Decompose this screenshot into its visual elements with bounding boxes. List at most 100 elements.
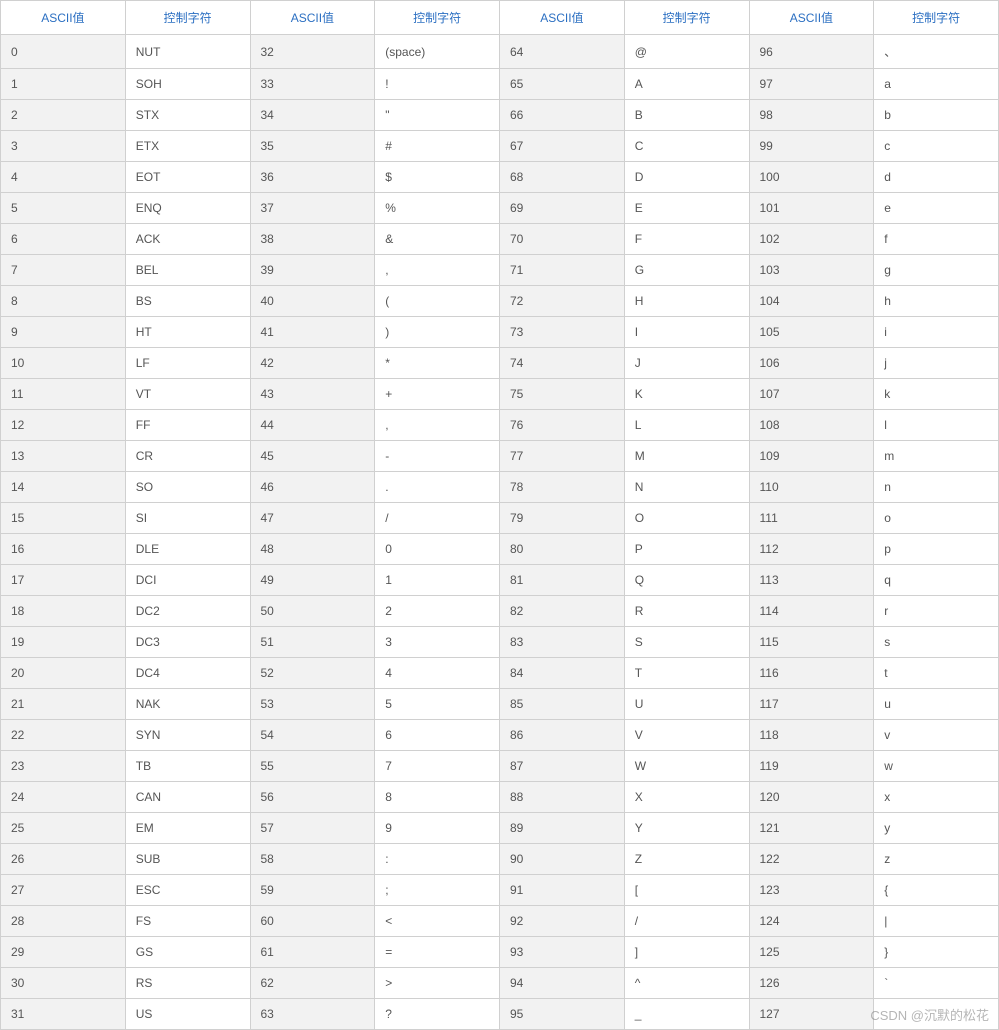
ascii-char-cell: r xyxy=(874,596,999,627)
ascii-char-cell: & xyxy=(375,224,500,255)
ascii-char-cell: i xyxy=(874,317,999,348)
ascii-char-cell: - xyxy=(375,441,500,472)
ascii-char-cell: DC4 xyxy=(125,658,250,689)
ascii-value-cell: 6 xyxy=(1,224,126,255)
ascii-value-cell: 89 xyxy=(500,813,625,844)
ascii-char-cell: SO xyxy=(125,472,250,503)
ascii-char-cell: k xyxy=(874,379,999,410)
table-header: ASCII值控制字符ASCII值控制字符ASCII值控制字符ASCII值控制字符 xyxy=(1,1,999,35)
ascii-char-cell: NUT xyxy=(125,35,250,69)
ascii-value-cell: 62 xyxy=(250,968,375,999)
ascii-char-cell: H xyxy=(624,286,749,317)
header-char: 控制字符 xyxy=(375,1,500,35)
table-row: 1SOH33!65A97a xyxy=(1,69,999,100)
ascii-char-cell: SOH xyxy=(125,69,250,100)
ascii-char-cell: : xyxy=(375,844,500,875)
ascii-char-cell: ! xyxy=(375,69,500,100)
table-row: 17DCI49181Q113q xyxy=(1,565,999,596)
ascii-value-cell: 41 xyxy=(250,317,375,348)
ascii-char-cell: M xyxy=(624,441,749,472)
ascii-char-cell: DC2 xyxy=(125,596,250,627)
ascii-char-cell: q xyxy=(874,565,999,596)
ascii-char-cell: > xyxy=(375,968,500,999)
ascii-value-cell: 86 xyxy=(500,720,625,751)
ascii-value-cell: 60 xyxy=(250,906,375,937)
ascii-char-cell: SUB xyxy=(125,844,250,875)
ascii-value-cell: 93 xyxy=(500,937,625,968)
header-ascii: ASCII值 xyxy=(250,1,375,35)
ascii-value-cell: 106 xyxy=(749,348,874,379)
ascii-value-cell: 40 xyxy=(250,286,375,317)
ascii-value-cell: 81 xyxy=(500,565,625,596)
ascii-char-cell: n xyxy=(874,472,999,503)
ascii-char-cell: 0 xyxy=(375,534,500,565)
ascii-char-cell: V xyxy=(624,720,749,751)
ascii-value-cell: 29 xyxy=(1,937,126,968)
header-ascii: ASCII值 xyxy=(749,1,874,35)
ascii-char-cell: 9 xyxy=(375,813,500,844)
header-ascii: ASCII值 xyxy=(500,1,625,35)
ascii-value-cell: 84 xyxy=(500,658,625,689)
ascii-value-cell: 85 xyxy=(500,689,625,720)
table-row: 9HT41)73I105i xyxy=(1,317,999,348)
ascii-value-cell: 18 xyxy=(1,596,126,627)
ascii-value-cell: 88 xyxy=(500,782,625,813)
table-row: 21NAK53585U117u xyxy=(1,689,999,720)
ascii-char-cell: d xyxy=(874,162,999,193)
ascii-char-cell: ` xyxy=(874,968,999,999)
ascii-value-cell: 48 xyxy=(250,534,375,565)
ascii-value-cell: 121 xyxy=(749,813,874,844)
ascii-value-cell: 71 xyxy=(500,255,625,286)
ascii-char-cell: 7 xyxy=(375,751,500,782)
table-row: 20DC452484T116t xyxy=(1,658,999,689)
ascii-char-cell: 8 xyxy=(375,782,500,813)
table-row: 4EOT36$68D100d xyxy=(1,162,999,193)
ascii-value-cell: 117 xyxy=(749,689,874,720)
ascii-char-cell: [ xyxy=(624,875,749,906)
ascii-char-cell: / xyxy=(375,503,500,534)
ascii-char-cell: ( xyxy=(375,286,500,317)
ascii-char-cell: EM xyxy=(125,813,250,844)
ascii-char-cell: DC3 xyxy=(125,627,250,658)
ascii-char-cell: @ xyxy=(624,35,749,69)
ascii-char-cell: . xyxy=(375,472,500,503)
ascii-char-cell: SI xyxy=(125,503,250,534)
ascii-char-cell: ) xyxy=(375,317,500,348)
ascii-value-cell: 126 xyxy=(749,968,874,999)
ascii-char-cell: Q xyxy=(624,565,749,596)
header-ascii: ASCII值 xyxy=(1,1,126,35)
ascii-char-cell: y xyxy=(874,813,999,844)
table-row: 11VT43+75K107k xyxy=(1,379,999,410)
table-row: 29GS61=93]125} xyxy=(1,937,999,968)
ascii-value-cell: 35 xyxy=(250,131,375,162)
table-row: 31US63?95_127 xyxy=(1,999,999,1030)
ascii-char-cell: L xyxy=(624,410,749,441)
ascii-value-cell: 95 xyxy=(500,999,625,1030)
ascii-char-cell: S xyxy=(624,627,749,658)
ascii-char-cell: 3 xyxy=(375,627,500,658)
ascii-value-cell: 13 xyxy=(1,441,126,472)
ascii-char-cell: 6 xyxy=(375,720,500,751)
ascii-value-cell: 108 xyxy=(749,410,874,441)
table-row: 13CR45-77M109m xyxy=(1,441,999,472)
table-row: 2STX34"66B98b xyxy=(1,100,999,131)
ascii-char-cell: BEL xyxy=(125,255,250,286)
ascii-value-cell: 75 xyxy=(500,379,625,410)
ascii-char-cell: LF xyxy=(125,348,250,379)
ascii-char-cell: TB xyxy=(125,751,250,782)
ascii-char-cell: J xyxy=(624,348,749,379)
ascii-char-cell: f xyxy=(874,224,999,255)
ascii-value-cell: 25 xyxy=(1,813,126,844)
ascii-value-cell: 22 xyxy=(1,720,126,751)
ascii-value-cell: 66 xyxy=(500,100,625,131)
ascii-value-cell: 122 xyxy=(749,844,874,875)
ascii-char-cell: u xyxy=(874,689,999,720)
ascii-value-cell: 57 xyxy=(250,813,375,844)
ascii-value-cell: 32 xyxy=(250,35,375,69)
ascii-char-cell: c xyxy=(874,131,999,162)
ascii-value-cell: 54 xyxy=(250,720,375,751)
ascii-value-cell: 10 xyxy=(1,348,126,379)
ascii-char-cell: U xyxy=(624,689,749,720)
ascii-char-cell: Y xyxy=(624,813,749,844)
ascii-value-cell: 74 xyxy=(500,348,625,379)
